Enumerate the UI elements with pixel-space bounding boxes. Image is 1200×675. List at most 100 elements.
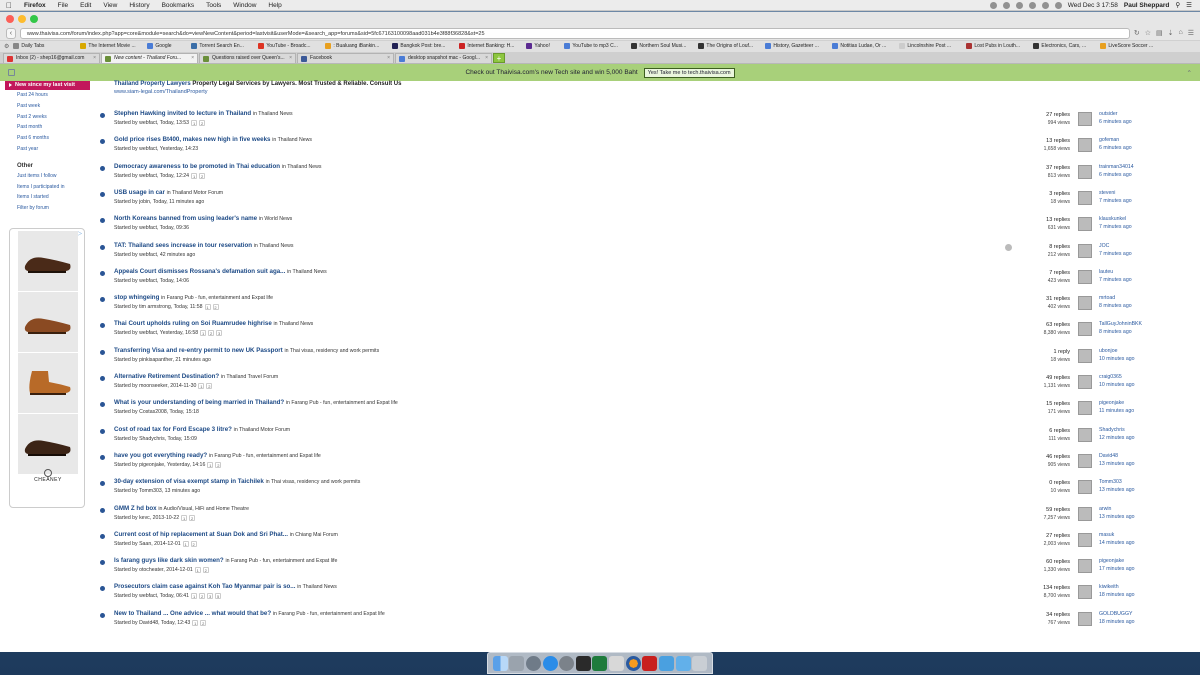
menubar-clock[interactable]: Wed Dec 3 17:58 [1068, 2, 1118, 9]
topic-title-link[interactable]: North Koreans banned from using leader's… [114, 215, 257, 222]
launchpad-icon[interactable] [526, 655, 542, 671]
app-store-icon[interactable] [542, 655, 558, 671]
page-jump-link[interactable]: 2 [190, 540, 197, 547]
topic-forum[interactable]: in Thailand Travel Forum [221, 374, 278, 380]
last-poster-link[interactable]: trainman34014 [1099, 164, 1134, 170]
last-post-time[interactable]: 13 minutes ago [1099, 514, 1134, 520]
page-jump-link[interactable]: 1 [191, 172, 198, 179]
topic-title-link[interactable]: USB usage in car [114, 189, 165, 196]
last-post-time[interactable]: 8 minutes ago [1099, 303, 1132, 309]
last-poster-link[interactable]: ubonjoe [1099, 348, 1117, 354]
topic-forum[interactable]: in Farang Pub - fun, entertainment and E… [209, 453, 321, 459]
page-jump-link[interactable]: 2 [200, 619, 207, 626]
last-poster-link[interactable]: David48 [1099, 453, 1118, 459]
unread-dot-icon[interactable] [100, 244, 105, 250]
menu-app-name[interactable]: Firefox [18, 2, 52, 9]
page-jump-link[interactable]: 1 [204, 304, 211, 311]
avatar[interactable] [1078, 296, 1092, 311]
tab-facebook[interactable]: Facebook × [297, 53, 394, 63]
topic-forum[interactable]: in Thai visas, residency and work permit… [284, 348, 379, 354]
bookmark-torrent[interactable]: Torrent Search En... [191, 43, 256, 49]
notification-center-icon[interactable]: ☰ [1186, 1, 1192, 9]
topic-forum[interactable]: in Thailand News [297, 584, 337, 590]
bookmark-yahoo[interactable]: Yahoo! [526, 43, 562, 49]
disk-utility-icon[interactable] [509, 655, 525, 671]
topic-title-link[interactable]: Thai Court upholds ruling on Soi Ruamrud… [114, 320, 272, 327]
menu-file[interactable]: File [52, 2, 74, 9]
topic-title-link[interactable]: Cost of road tax for Ford Escape 3 litre… [114, 426, 232, 433]
bookmark-youtube[interactable]: YouTube - Broadc... [258, 43, 323, 49]
topic-title-link[interactable]: Stephen Hawking invited to lecture in Th… [114, 110, 251, 117]
photos-icon[interactable] [609, 655, 625, 671]
firefox-icon[interactable] [625, 655, 641, 671]
bookmark-notitias-ludae[interactable]: Notitias Ludae, Or ... [832, 43, 897, 49]
last-post-time[interactable]: 17 minutes ago [1099, 566, 1134, 572]
system-preferences-icon[interactable] [559, 655, 575, 671]
avatar[interactable] [1078, 453, 1092, 468]
topic-title-link[interactable]: Is farang guys like dark skin women? [114, 557, 224, 564]
close-tab-icon[interactable]: × [387, 54, 390, 63]
collapse-icon[interactable]: ⌃ [1187, 69, 1192, 77]
last-poster-link[interactable]: TallGuyJohninBKK [1099, 321, 1142, 327]
last-post-time[interactable]: 13 minutes ago [1099, 487, 1134, 493]
sidebar-item-past-2-weeks[interactable]: Past 2 weeks [5, 112, 90, 123]
avatar[interactable] [1078, 559, 1092, 574]
close-window-icon[interactable] [6, 15, 14, 23]
page-jump-link[interactable]: 3 [207, 593, 214, 600]
page-jump-link[interactable]: 2 [215, 461, 222, 468]
menu-window[interactable]: Window [227, 2, 262, 9]
avatar[interactable] [1078, 243, 1092, 258]
topic-title-link[interactable]: Prosecutors claim case against Koh Tao M… [114, 583, 295, 590]
excel-icon[interactable] [592, 655, 608, 671]
shoe-image[interactable] [18, 231, 78, 291]
avatar[interactable] [1078, 190, 1092, 205]
topic-title-link[interactable]: Gold price rises Bt400, makes new high i… [114, 136, 270, 143]
bookmark-history-gazetteer[interactable]: History, Gazetteer ... [765, 43, 830, 49]
page-jump-link[interactable]: 2 [202, 567, 209, 574]
last-poster-link[interactable]: masuk [1099, 532, 1114, 538]
avatar[interactable] [1078, 585, 1092, 600]
reader-icon[interactable]: ▤ [1156, 29, 1163, 37]
last-post-time[interactable]: 7 minutes ago [1099, 198, 1132, 204]
sidebar-item-items-participated[interactable]: Items I participated in [5, 182, 90, 193]
adchoices-icon[interactable]: ▷ [77, 230, 82, 237]
sponsored-title-link[interactable]: Thailand Property Lawyers [114, 81, 191, 87]
bookmark-bualuang[interactable]: : Bualuang iBankin... [325, 43, 390, 49]
tab-questions-raised[interactable]: Questions raised over Queen's... × [199, 53, 296, 63]
last-poster-link[interactable]: craig0365 [1099, 374, 1122, 380]
page-jump-link[interactable]: 1 [191, 593, 198, 600]
page-jump-link[interactable]: 1 [198, 383, 205, 389]
shoe-image[interactable] [18, 414, 78, 474]
topic-title-link[interactable]: TAT: Thailand sees increase in tour rese… [114, 242, 252, 249]
avatar[interactable] [1078, 138, 1092, 153]
page-jump-link[interactable]: 2 [212, 304, 219, 311]
back-button[interactable]: ‹ [6, 27, 16, 39]
last-post-time[interactable]: 7 minutes ago [1099, 277, 1132, 283]
banner-button[interactable]: Yes! Take me to tech.thaivisa.com [643, 67, 735, 78]
topic-title-link[interactable]: 30-day extension of visa exempt stamp in… [114, 478, 264, 485]
page-jump-link[interactable]: 1 [192, 619, 199, 626]
page-jump-link[interactable]: 2 [208, 330, 215, 337]
new-tab-button[interactable]: + [493, 53, 505, 63]
page-jump-link[interactable]: 3 [216, 330, 223, 337]
last-post-time[interactable]: 6 minutes ago [1099, 145, 1132, 151]
topic-forum[interactable]: in Farang Pub - fun, entertainment and E… [225, 558, 337, 564]
sidebar-item-filter-by-forum[interactable]: Filter by forum [5, 203, 90, 214]
topic-title-link[interactable]: Current cost of hip replacement at Suan … [114, 531, 288, 538]
avatar[interactable] [1078, 348, 1092, 363]
unread-dot-icon[interactable] [100, 507, 105, 513]
avatar[interactable] [1078, 401, 1092, 416]
unread-dot-icon[interactable] [100, 349, 105, 355]
folder-icon[interactable] [658, 655, 674, 671]
bookmark-daily-tabs[interactable]: Daily Tabs [13, 43, 78, 49]
topic-forum[interactable]: in Chiang Mai Forum [290, 532, 338, 538]
last-poster-link[interactable]: steveni [1099, 190, 1115, 196]
topic-forum[interactable]: in Thailand News [253, 111, 293, 117]
home-icon[interactable]: ⌂ [1178, 29, 1182, 37]
page-jump-link[interactable]: 1 [182, 540, 189, 547]
finder-icon[interactable] [492, 655, 508, 671]
page-jump-link[interactable]: 1 [181, 514, 188, 521]
unread-dot-icon[interactable] [100, 297, 105, 303]
bookmark-lincolnshire-post[interactable]: Lincolnshire Post ... [899, 43, 964, 49]
last-post-time[interactable]: 7 minutes ago [1099, 251, 1132, 257]
